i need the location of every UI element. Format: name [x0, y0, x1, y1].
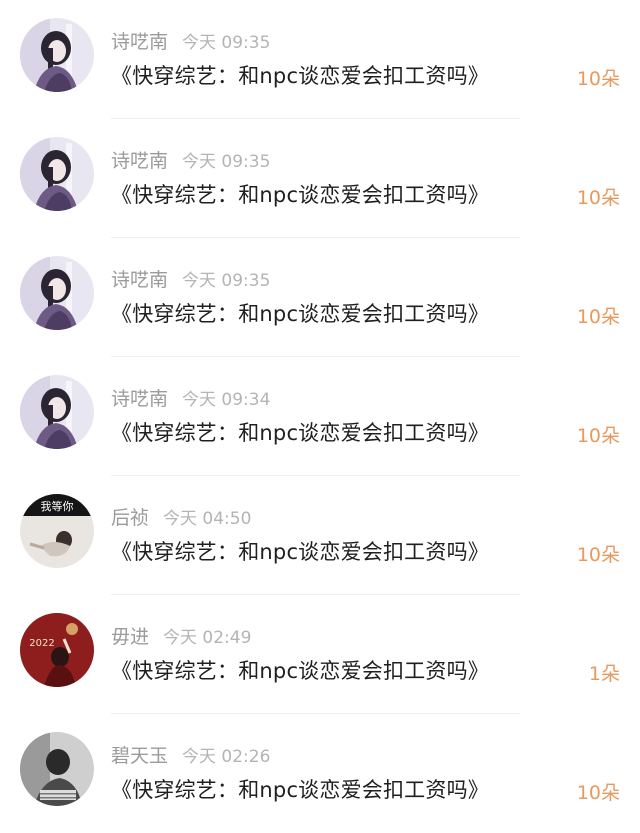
gift-amount: 10朵	[576, 68, 620, 90]
item-meta: 诗呓南 今天 09:35	[111, 265, 270, 291]
user-name[interactable]: 毋进	[111, 626, 149, 648]
gift-amount: 10朵	[576, 425, 620, 447]
book-title[interactable]: 《快穿综艺：和npc谈恋爱会扣工资吗》	[111, 655, 489, 685]
book-title[interactable]: 《快穿综艺：和npc谈恋爱会扣工资吗》	[111, 298, 489, 328]
bw-photo-avatar-icon	[20, 732, 94, 806]
user-name[interactable]: 后祯	[111, 507, 149, 529]
user-name[interactable]: 碧天玉	[111, 745, 168, 767]
item-meta: 诗呓南 今天 09:35	[111, 146, 270, 172]
gift-amount: 10朵	[576, 187, 620, 209]
item-meta: 碧天玉 今天 02:26	[111, 741, 270, 767]
avatar-caption: 2022	[29, 638, 54, 649]
list-item[interactable]: 诗呓南 今天 09:35 《快穿综艺：和npc谈恋爱会扣工资吗》 10朵	[0, 0, 640, 119]
user-name[interactable]: 诗呓南	[111, 388, 168, 410]
item-time: 今天 09:35	[182, 152, 271, 172]
user-name[interactable]: 诗呓南	[111, 31, 168, 53]
item-meta: 毋进 今天 02:49	[111, 622, 251, 648]
gift-amount: 10朵	[576, 306, 620, 328]
list-item[interactable]: 我等你 后祯 今天 04:50 《快穿综艺：和npc谈恋爱会扣工资吗》 10朵	[0, 476, 640, 595]
item-time: 今天 09:34	[182, 390, 271, 410]
gift-amount: 1朵	[588, 663, 620, 685]
gift-amount: 10朵	[576, 544, 620, 566]
item-meta: 诗呓南 今天 09:34	[111, 384, 270, 410]
book-title[interactable]: 《快穿综艺：和npc谈恋爱会扣工资吗》	[111, 536, 489, 566]
item-time: 今天 02:49	[163, 628, 252, 648]
item-meta: 后祯 今天 04:50	[111, 503, 251, 529]
list-item[interactable]: 诗呓南 今天 09:34 《快穿综艺：和npc谈恋爱会扣工资吗》 10朵	[0, 357, 640, 476]
user-avatar[interactable]	[20, 732, 94, 806]
anime-girl-avatar-icon	[20, 256, 94, 330]
gift-record-list: 诗呓南 今天 09:35 《快穿综艺：和npc谈恋爱会扣工资吗》 10朵 诗呓南今…	[0, 0, 640, 827]
book-title[interactable]: 《快穿综艺：和npc谈恋爱会扣工资吗》	[111, 60, 489, 90]
list-item[interactable]: 诗呓南 今天 09:35 《快穿综艺：和npc谈恋爱会扣工资吗》 10朵	[0, 119, 640, 238]
item-time: 今天 02:26	[182, 747, 271, 767]
user-name[interactable]: 诗呓南	[111, 150, 168, 172]
book-title[interactable]: 《快穿综艺：和npc谈恋爱会扣工资吗》	[111, 179, 489, 209]
item-meta: 诗呓南 今天 09:35	[111, 27, 270, 53]
new-year-2022-avatar-icon: 2022	[20, 613, 94, 687]
user-avatar[interactable]	[20, 375, 94, 449]
list-item[interactable]: 2022 毋进 今天 02:49 《快穿综艺：和npc谈恋爱会扣工资吗》 1朵	[0, 595, 640, 714]
anime-girl-avatar-icon	[20, 18, 94, 92]
book-title[interactable]: 《快穿综艺：和npc谈恋爱会扣工资吗》	[111, 774, 489, 804]
item-time: 今天 09:35	[182, 271, 271, 291]
anime-girl-avatar-icon	[20, 375, 94, 449]
waiting-photo-avatar-icon: 我等你	[20, 494, 94, 568]
user-avatar[interactable]	[20, 256, 94, 330]
avatar-caption: 我等你	[41, 499, 74, 513]
anime-girl-avatar-icon	[20, 137, 94, 211]
item-time: 今天 04:50	[163, 509, 252, 529]
list-item[interactable]: 碧天玉 今天 02:26 《快穿综艺：和npc谈恋爱会扣工资吗》 10朵	[0, 714, 640, 833]
item-time: 今天 09:35	[182, 33, 271, 53]
user-avatar[interactable]: 我等你	[20, 494, 94, 568]
user-name[interactable]: 诗呓南	[111, 269, 168, 291]
list-item[interactable]: 诗呓南 今天 09:35 《快穿综艺：和npc谈恋爱会扣工资吗》 10朵	[0, 238, 640, 357]
user-avatar[interactable]: 2022	[20, 613, 94, 687]
book-title[interactable]: 《快穿综艺：和npc谈恋爱会扣工资吗》	[111, 417, 489, 447]
gift-amount: 10朵	[576, 782, 620, 804]
user-avatar[interactable]	[20, 137, 94, 211]
user-avatar[interactable]	[20, 18, 94, 92]
